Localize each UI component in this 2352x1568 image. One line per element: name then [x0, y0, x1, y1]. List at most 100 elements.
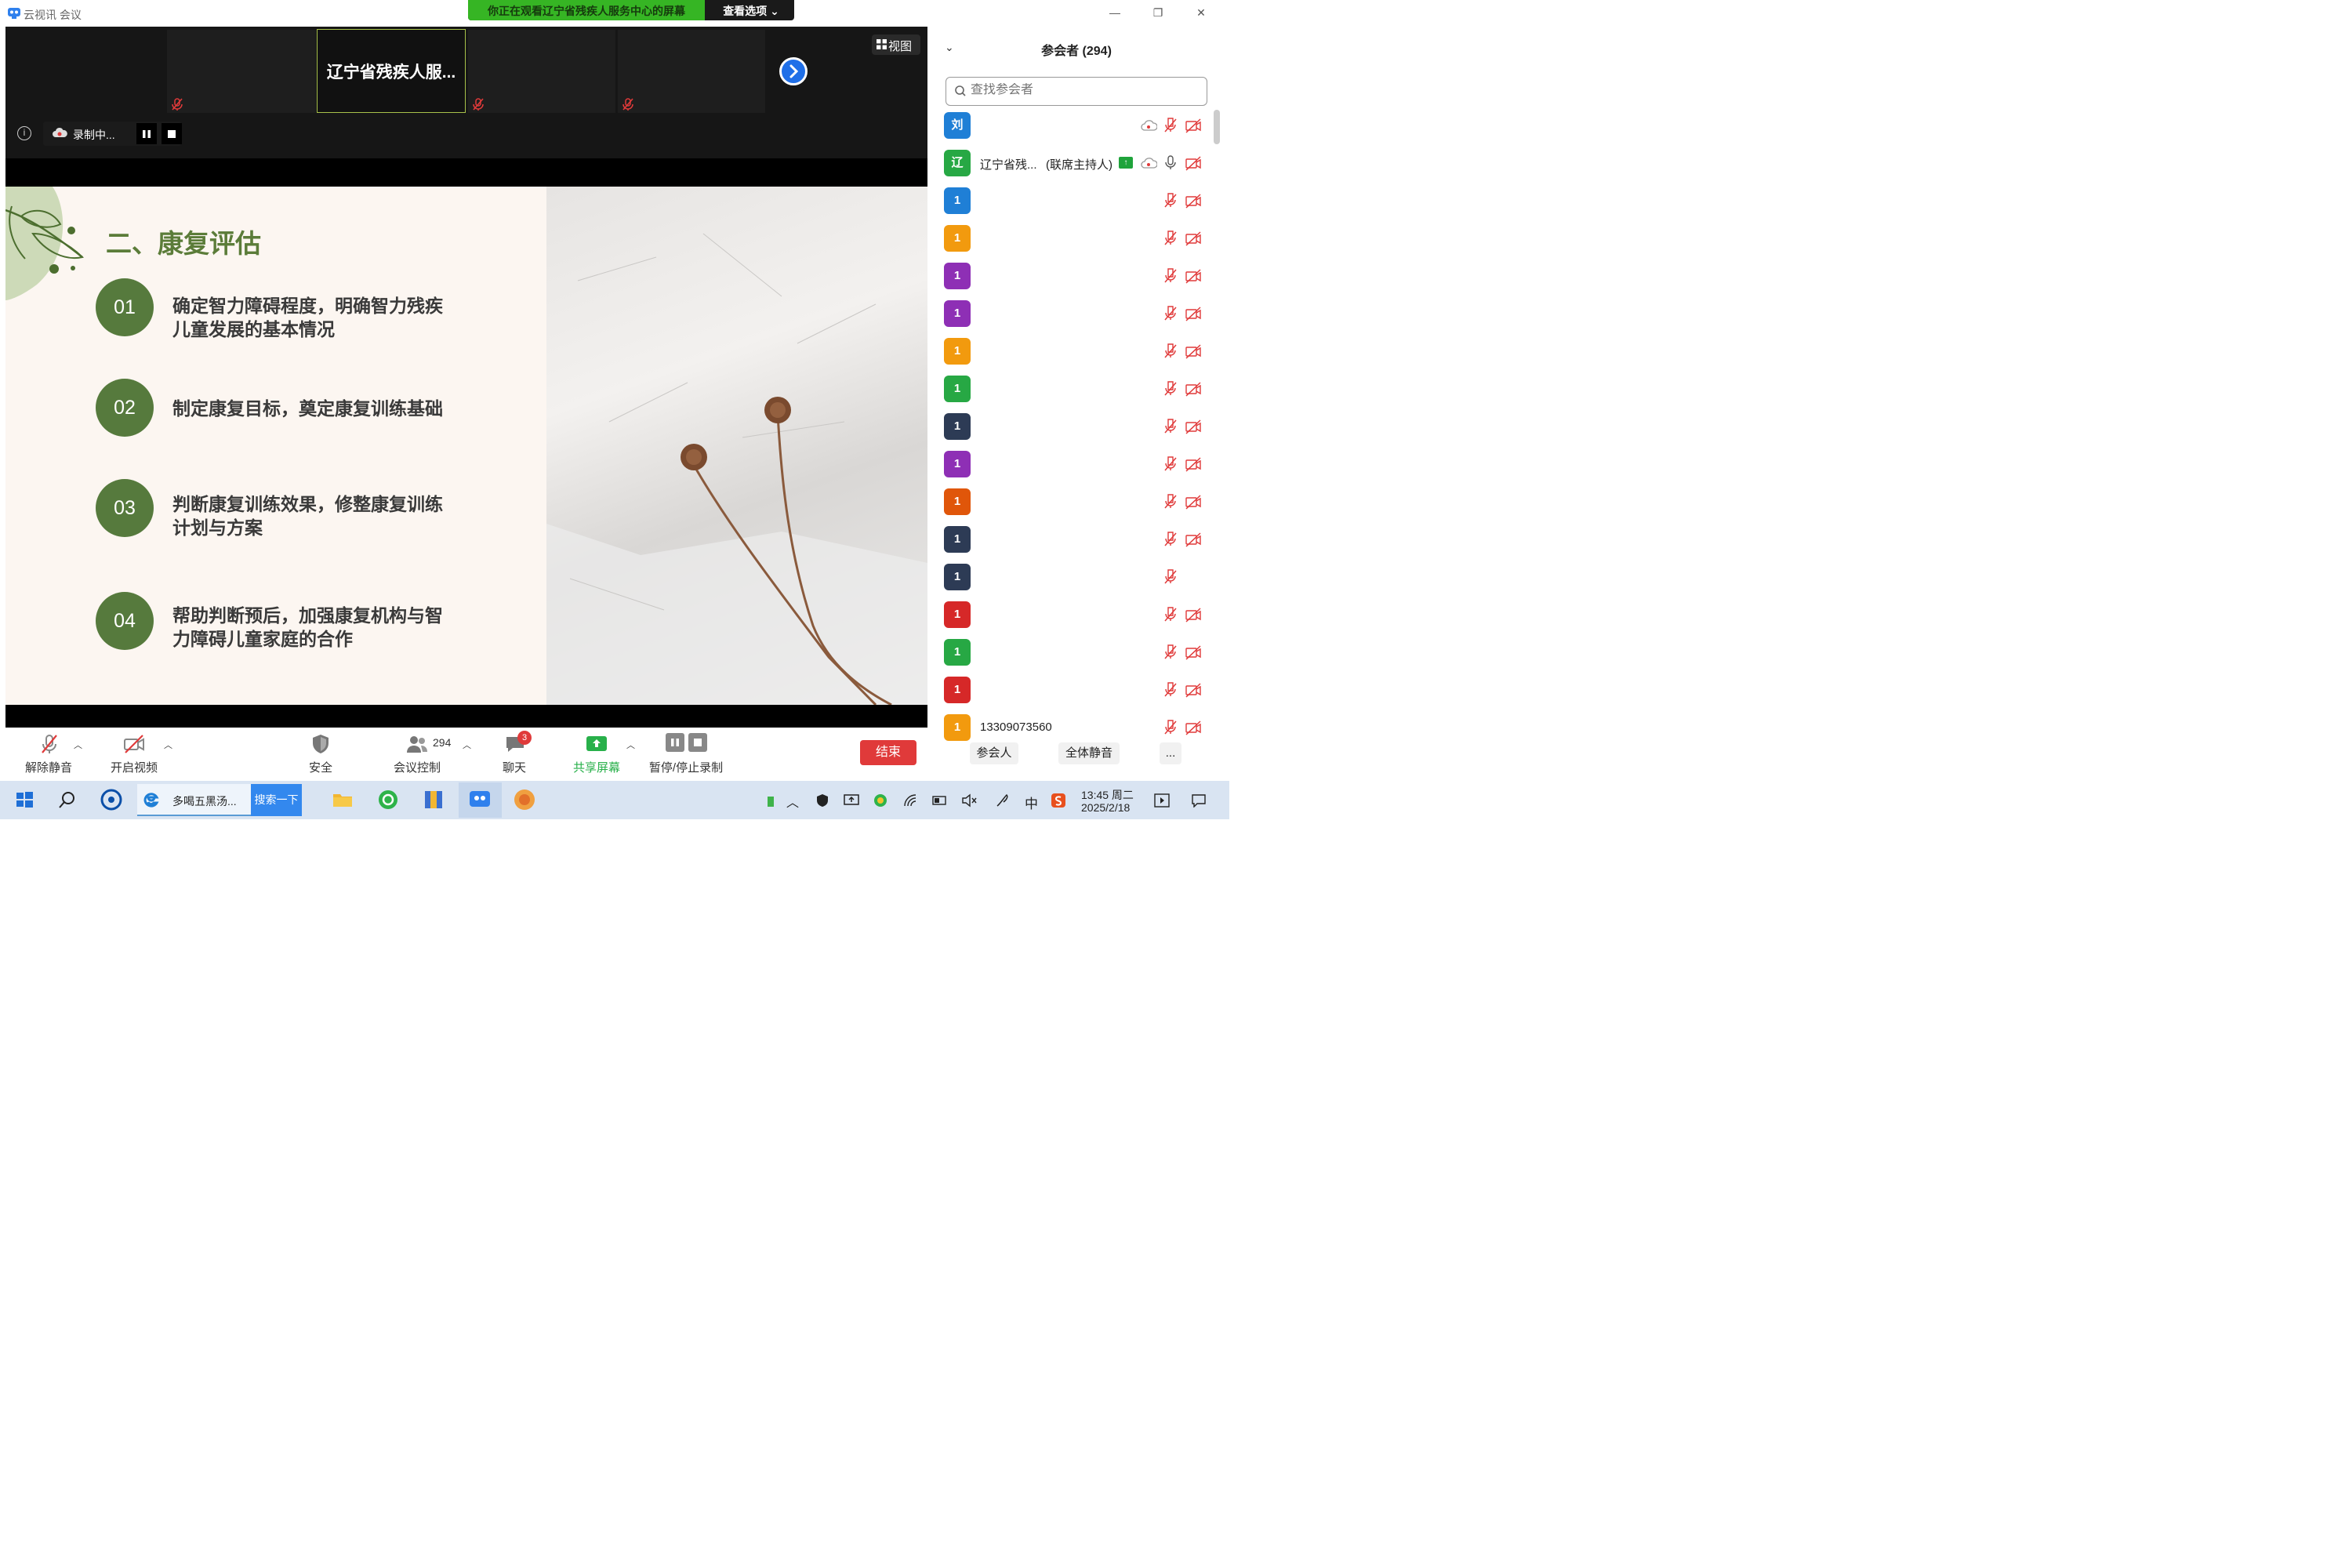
- video-off-icon[interactable]: [1185, 531, 1202, 548]
- muted-mic-icon[interactable]: [1162, 230, 1179, 247]
- end-meeting-button[interactable]: 结束: [860, 740, 916, 765]
- photo-app-icon[interactable]: [512, 787, 537, 812]
- volume-muted-icon[interactable]: [961, 793, 977, 808]
- muted-mic-icon[interactable]: [1162, 568, 1179, 586]
- chevron-up-icon[interactable]: ︿: [74, 739, 82, 751]
- sogou-ime-icon[interactable]: [1051, 793, 1066, 808]
- muted-mic-icon[interactable]: [1162, 305, 1179, 322]
- share-screen-icon[interactable]: [585, 732, 608, 756]
- info-icon[interactable]: i: [17, 126, 31, 140]
- video-tile[interactable]: [618, 30, 765, 113]
- video-off-icon[interactable]: [1185, 343, 1202, 360]
- clock-time[interactable]: 13:45 周二: [1081, 787, 1134, 803]
- video-tile[interactable]: [468, 30, 615, 113]
- archive-app-icon[interactable]: [421, 787, 446, 812]
- display-tray-icon[interactable]: [844, 793, 859, 808]
- app-tray-icon[interactable]: [873, 793, 887, 808]
- 360-browser-icon[interactable]: [376, 787, 401, 812]
- start-video-label[interactable]: 开启视频: [95, 759, 173, 775]
- battery-icon[interactable]: [932, 795, 948, 806]
- mute-all-button[interactable]: 全体静音: [1058, 742, 1120, 764]
- search-icon[interactable]: [55, 787, 80, 812]
- minimize-button[interactable]: —: [1107, 6, 1123, 20]
- participant-avatar: 1: [944, 225, 971, 252]
- muted-mic-icon[interactable]: [1162, 343, 1179, 360]
- muted-mic-icon[interactable]: [1162, 681, 1179, 699]
- mic-icon[interactable]: [1162, 154, 1179, 172]
- clock-date[interactable]: 2025/2/18: [1081, 801, 1130, 814]
- participants-button[interactable]: 参会人: [970, 742, 1018, 764]
- shield-icon[interactable]: [309, 732, 332, 756]
- muted-mic-icon[interactable]: [1162, 456, 1179, 473]
- muted-mic-icon[interactable]: [1162, 117, 1179, 134]
- chevron-up-icon[interactable]: ︿: [463, 739, 471, 751]
- muted-mic-icon[interactable]: [1162, 192, 1179, 209]
- stop-recording-button[interactable]: [162, 123, 182, 144]
- windows-start-icon[interactable]: [12, 787, 37, 812]
- video-off-icon[interactable]: [1185, 267, 1202, 285]
- chat-label[interactable]: 聊天: [475, 759, 554, 775]
- pause-record-button[interactable]: [666, 733, 684, 752]
- video-off-icon[interactable]: [1185, 192, 1202, 209]
- tray-chevron-icon[interactable]: ︿: [786, 792, 799, 811]
- muted-mic-icon[interactable]: [1162, 606, 1179, 623]
- muted-mic-icon[interactable]: [1162, 644, 1179, 661]
- file-explorer-icon[interactable]: [330, 787, 355, 812]
- muted-mic-icon[interactable]: [1162, 267, 1179, 285]
- video-off-icon[interactable]: [1185, 493, 1202, 510]
- stop-record-button[interactable]: [688, 733, 707, 752]
- restore-button[interactable]: ❐: [1150, 6, 1166, 20]
- pen-icon[interactable]: [994, 792, 1011, 809]
- pinwheel-app-icon[interactable]: [99, 787, 124, 812]
- taskbar-search-button[interactable]: 搜索一下: [251, 784, 302, 816]
- video-tile[interactable]: [167, 30, 316, 113]
- wifi-icon[interactable]: [903, 793, 919, 808]
- video-off-icon[interactable]: [1185, 380, 1202, 397]
- notification-icon[interactable]: [1191, 793, 1207, 808]
- chevron-up-icon[interactable]: ︿: [626, 739, 635, 751]
- scrollbar[interactable]: [1214, 110, 1220, 144]
- video-off-icon[interactable]: [122, 732, 146, 756]
- media-tray-icon[interactable]: [1154, 793, 1170, 808]
- muted-mic-icon[interactable]: [1162, 531, 1179, 548]
- battery-saver-icon[interactable]: [766, 795, 775, 808]
- ime-indicator[interactable]: 中: [1025, 793, 1038, 812]
- video-off-icon[interactable]: [1185, 644, 1202, 661]
- meeting-control-label[interactable]: 会议控制: [378, 759, 456, 775]
- shield-tray-icon[interactable]: [815, 793, 829, 808]
- participants-icon[interactable]: [405, 732, 429, 756]
- cloud-record-icon[interactable]: [1140, 117, 1157, 134]
- muted-mic-icon[interactable]: [1162, 719, 1179, 736]
- security-label[interactable]: 安全: [281, 759, 360, 775]
- point-text: 确定智力障碍程度，明确智力残疾 儿童发展的基本情况: [172, 294, 470, 341]
- participant-search-input[interactable]: [971, 83, 1190, 97]
- muted-mic-icon[interactable]: [1162, 380, 1179, 397]
- video-off-icon[interactable]: [1185, 154, 1202, 172]
- close-button[interactable]: ✕: [1193, 6, 1209, 20]
- video-off-icon[interactable]: [1185, 230, 1202, 247]
- app-logo-icon: [8, 8, 20, 19]
- point-line: 计划与方案: [172, 517, 263, 538]
- pause-stop-record-label[interactable]: 暂停/停止录制: [647, 759, 725, 775]
- point-line: 确定智力障碍程度，明确智力残疾: [172, 296, 443, 316]
- video-off-icon[interactable]: [1185, 681, 1202, 699]
- more-button[interactable]: ...: [1160, 742, 1181, 764]
- video-off-icon[interactable]: [1185, 719, 1202, 736]
- video-off-icon[interactable]: [1185, 456, 1202, 473]
- cloud-record-icon[interactable]: [1140, 154, 1157, 172]
- video-off-icon[interactable]: [1185, 117, 1202, 134]
- next-page-button[interactable]: [779, 57, 808, 85]
- chevron-up-icon[interactable]: ︿: [164, 739, 172, 751]
- pause-icon: [671, 739, 679, 746]
- unmute-label[interactable]: 解除静音: [9, 759, 88, 775]
- participant-avatar: 1: [944, 187, 971, 214]
- muted-mic-icon[interactable]: [38, 732, 61, 756]
- muted-mic-icon[interactable]: [1162, 493, 1179, 510]
- video-off-icon[interactable]: [1185, 606, 1202, 623]
- share-screen-label[interactable]: 共享屏幕: [557, 759, 636, 775]
- video-off-icon[interactable]: [1185, 418, 1202, 435]
- view-options-button[interactable]: 查看选项 ⌄: [708, 3, 794, 19]
- pause-recording-button[interactable]: [136, 123, 157, 144]
- muted-mic-icon[interactable]: [1162, 418, 1179, 435]
- video-off-icon[interactable]: [1185, 305, 1202, 322]
